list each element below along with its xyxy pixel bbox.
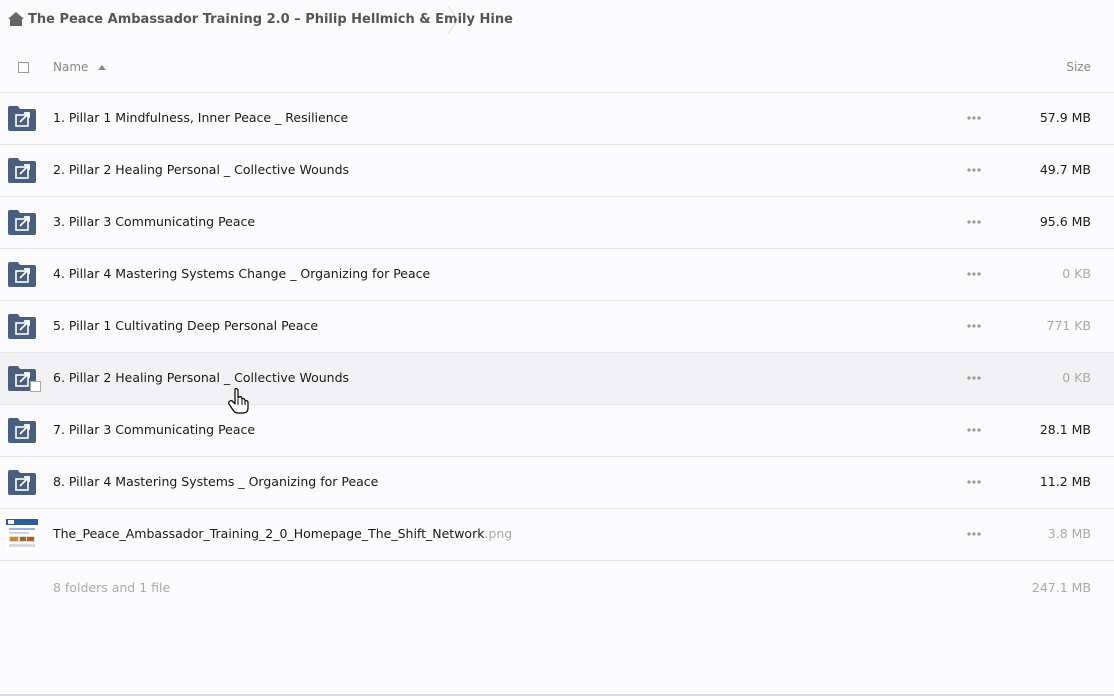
file-name[interactable]: 1. Pillar 1 Mindfulness, Inner Peace _ R… (53, 110, 348, 125)
file-name[interactable]: The_Peace_Ambassador_Training_2_0_Homepa… (53, 526, 512, 541)
name-column-header[interactable]: Name (53, 60, 88, 74)
folder-summary: 8 folders and 1 file (53, 580, 171, 595)
shared-folder-icon (8, 106, 36, 131)
file-row[interactable]: 8. Pillar 4 Mastering Systems _ Organizi… (0, 457, 1114, 509)
file-name[interactable]: 7. Pillar 3 Communicating Peace (53, 422, 255, 437)
more-options-icon[interactable] (966, 528, 982, 540)
image-thumbnail (6, 518, 38, 550)
shared-folder-icon (8, 210, 36, 235)
file-name[interactable]: 4. Pillar 4 Mastering Systems Change _ O… (53, 266, 430, 281)
file-row[interactable]: 7. Pillar 3 Communicating Peace 28.1 MB (0, 405, 1114, 457)
more-options-icon[interactable] (966, 112, 982, 124)
breadcrumb-current-folder[interactable]: The Peace Ambassador Training 2.0 – Phil… (28, 12, 513, 27)
home-icon[interactable] (8, 12, 24, 26)
file-name[interactable]: 6. Pillar 2 Healing Personal _ Collectiv… (53, 370, 349, 385)
file-size: 49.7 MB (1039, 162, 1091, 177)
file-name[interactable]: 5. Pillar 1 Cultivating Deep Personal Pe… (53, 318, 318, 333)
file-size: 57.9 MB (1039, 110, 1091, 125)
more-options-icon[interactable] (966, 372, 982, 384)
file-row[interactable]: The_Peace_Ambassador_Training_2_0_Homepa… (0, 509, 1114, 561)
shared-folder-icon (8, 470, 36, 495)
file-row[interactable]: 2. Pillar 2 Healing Personal _ Collectiv… (0, 145, 1114, 197)
file-base-name: The_Peace_Ambassador_Training_2_0_Homepa… (53, 526, 485, 541)
file-name[interactable]: 2. Pillar 2 Healing Personal _ Collectiv… (53, 162, 349, 177)
total-size: 247.1 MB (1031, 580, 1091, 595)
file-extension: .png (484, 526, 513, 541)
shared-folder-icon (8, 262, 36, 287)
file-size: 0 KB (1062, 266, 1091, 281)
file-row[interactable]: 3. Pillar 3 Communicating Peace 95.6 MB (0, 197, 1114, 249)
more-options-icon[interactable] (966, 320, 982, 332)
shared-folder-icon (8, 314, 36, 339)
file-row[interactable]: 5. Pillar 1 Cultivating Deep Personal Pe… (0, 301, 1114, 353)
file-size: 0 KB (1062, 370, 1091, 385)
file-size: 3.8 MB (1047, 526, 1091, 541)
file-size: 95.6 MB (1039, 214, 1091, 229)
file-row[interactable]: 1. Pillar 1 Mindfulness, Inner Peace _ R… (0, 93, 1114, 145)
file-size: 11.2 MB (1039, 474, 1091, 489)
file-list: 1. Pillar 1 Mindfulness, Inner Peace _ R… (0, 93, 1114, 561)
file-name[interactable]: 3. Pillar 3 Communicating Peace (53, 214, 255, 229)
more-options-icon[interactable] (966, 216, 982, 228)
row-select-checkbox[interactable] (30, 381, 41, 392)
breadcrumb-separator-icon (447, 6, 459, 34)
file-name[interactable]: 8. Pillar 4 Mastering Systems _ Organizi… (53, 474, 378, 489)
file-size: 771 KB (1046, 318, 1091, 333)
shared-folder-icon (8, 158, 36, 183)
more-options-icon[interactable] (966, 268, 982, 280)
size-column-header[interactable]: Size (1066, 60, 1091, 74)
more-options-icon[interactable] (966, 476, 982, 488)
more-options-icon[interactable] (966, 164, 982, 176)
file-row[interactable]: 6. Pillar 2 Healing Personal _ Collectiv… (0, 353, 1114, 405)
hand-pointer-cursor-icon (228, 388, 249, 414)
breadcrumb: The Peace Ambassador Training 2.0 – Phil… (0, 0, 1114, 40)
file-size: 28.1 MB (1039, 422, 1091, 437)
select-all-checkbox[interactable] (18, 62, 29, 73)
file-list-header: Name Size (0, 42, 1114, 93)
more-options-icon[interactable] (966, 424, 982, 436)
file-row[interactable]: 4. Pillar 4 Mastering Systems Change _ O… (0, 249, 1114, 301)
sort-ascending-icon[interactable] (98, 65, 106, 70)
shared-folder-icon (8, 418, 36, 443)
